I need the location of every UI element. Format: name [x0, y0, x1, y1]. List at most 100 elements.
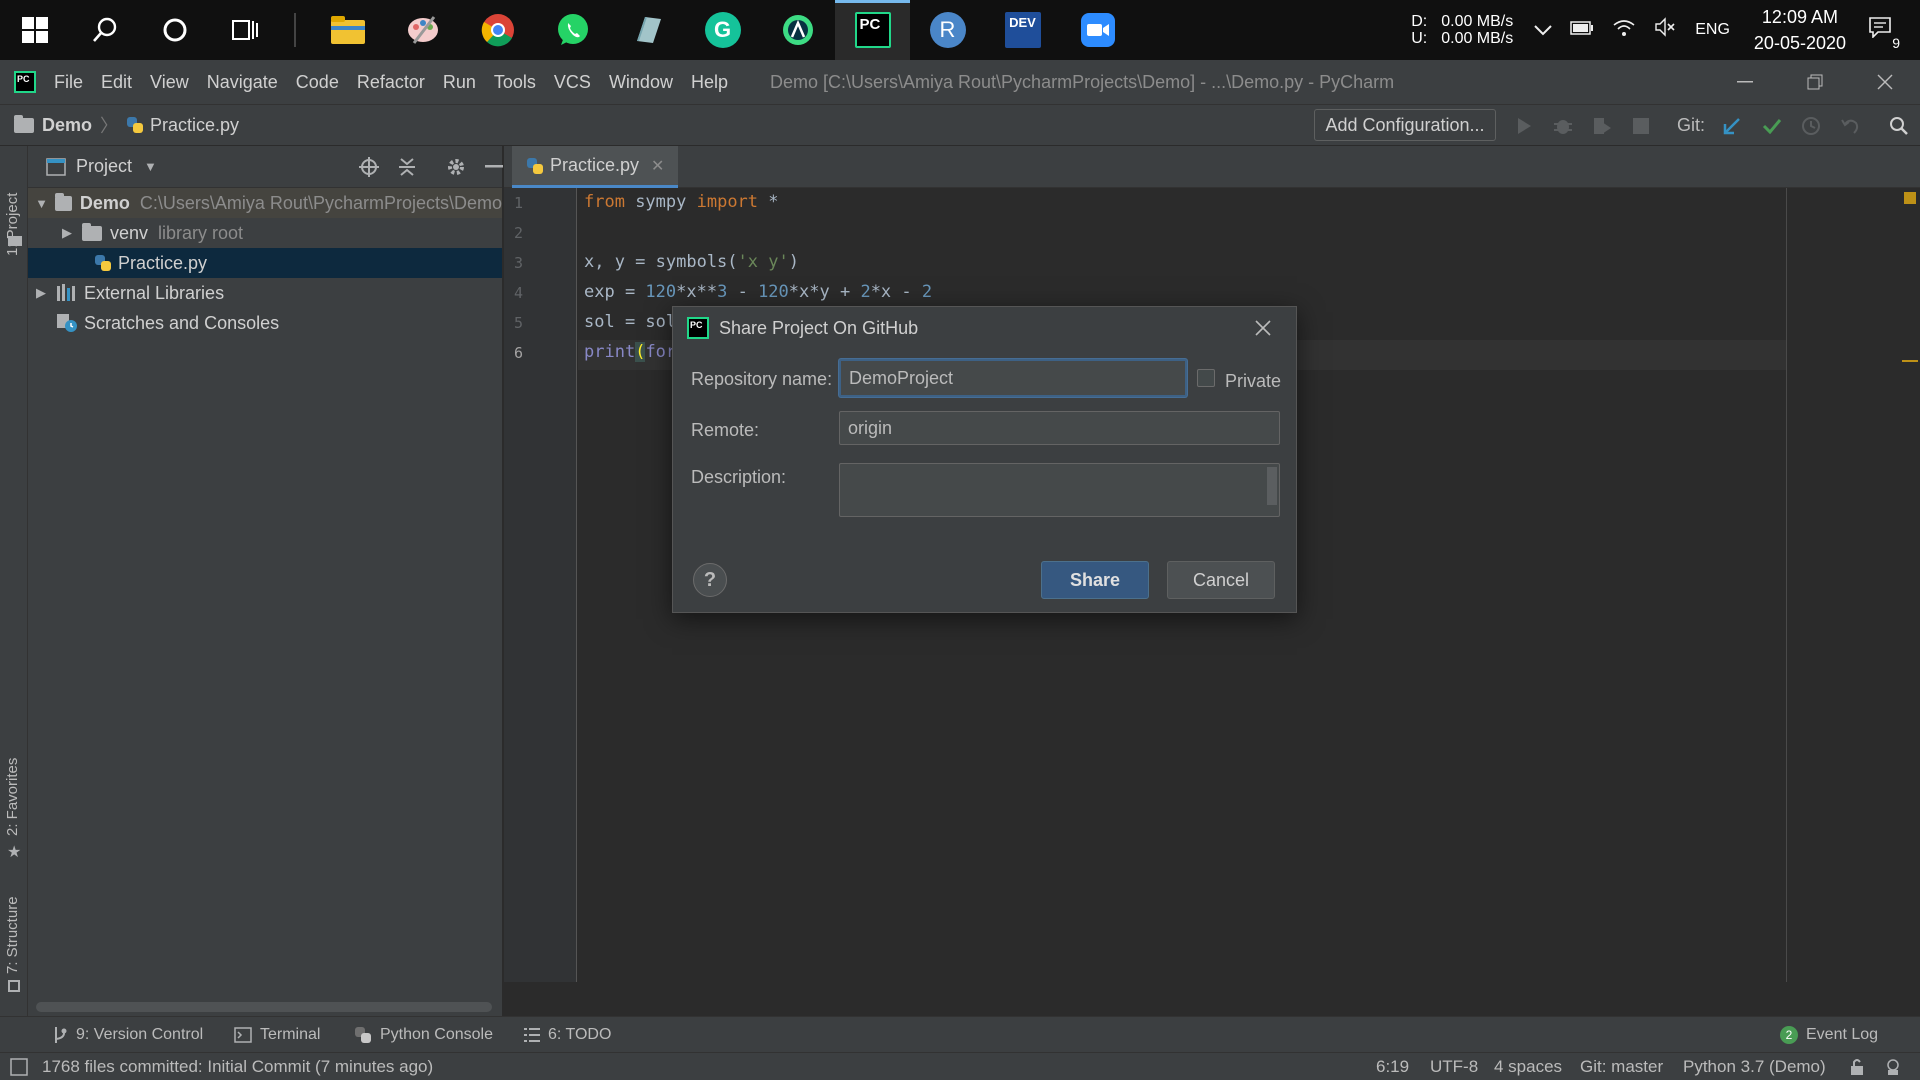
menu-refactor[interactable]: Refactor: [357, 72, 425, 93]
task-view-icon[interactable]: [210, 0, 280, 60]
file-explorer-icon[interactable]: [310, 0, 385, 60]
restore-button[interactable]: [1780, 60, 1850, 104]
tree-item-venv[interactable]: ▶ venv library root: [28, 218, 502, 248]
project-tool-tab[interactable]: 1: Project: [4, 193, 21, 256]
private-label[interactable]: Private: [1225, 371, 1281, 392]
code-line-6: print(for: [584, 342, 677, 362]
tree-item-demo[interactable]: ▼ Demo C:\Users\Amiya Rout\PycharmProjec…: [28, 188, 502, 218]
whatsapp-icon[interactable]: [535, 0, 610, 60]
menu-tools[interactable]: Tools: [494, 72, 536, 93]
description-textarea[interactable]: [839, 463, 1280, 517]
menu-navigate[interactable]: Navigate: [207, 72, 278, 93]
favorites-tool-tab[interactable]: 2: Favorites: [4, 758, 21, 836]
stop-icon[interactable]: [1626, 111, 1656, 141]
battery-icon[interactable]: [1570, 19, 1594, 42]
share-button[interactable]: Share: [1041, 561, 1149, 599]
tree-item-external-libraries[interactable]: ▶ External Libraries: [28, 278, 502, 308]
search-icon[interactable]: [70, 0, 140, 60]
status-message[interactable]: 1768 files committed: Initial Commit (7 …: [42, 1053, 433, 1080]
locate-file-icon[interactable]: [354, 152, 384, 182]
python-console-icon: [354, 1026, 372, 1044]
remote-input[interactable]: origin: [839, 411, 1280, 445]
action-center-icon[interactable]: 9: [1868, 16, 1902, 51]
search-everywhere-icon[interactable]: [1884, 111, 1914, 141]
horizontal-scrollbar[interactable]: [36, 1002, 492, 1012]
git-history-icon[interactable]: [1796, 111, 1826, 141]
chrome-icon[interactable]: [460, 0, 535, 60]
caret-position[interactable]: 6:19: [1376, 1053, 1409, 1080]
r-app-icon[interactable]: R: [910, 0, 985, 60]
event-log-tab[interactable]: 2 Event Log: [1780, 1017, 1878, 1053]
wifi-icon[interactable]: [1612, 17, 1636, 43]
file-encoding[interactable]: UTF-8: [1430, 1053, 1478, 1080]
grammarly-icon[interactable]: G: [685, 0, 760, 60]
chevron-down-icon[interactable]: [1534, 19, 1552, 42]
android-studio-icon[interactable]: [760, 0, 835, 60]
warning-marker[interactable]: [1902, 360, 1918, 362]
windows-start-icon[interactable]: [0, 0, 70, 60]
menu-window[interactable]: Window: [609, 72, 673, 93]
menu-help[interactable]: Help: [691, 72, 728, 93]
git-update-icon[interactable]: [1717, 111, 1747, 141]
line-number: 3: [514, 254, 524, 272]
indent-setting[interactable]: 4 spaces: [1494, 1053, 1562, 1080]
add-configuration-button[interactable]: Add Configuration...: [1314, 109, 1496, 141]
collapsed-arrow-icon[interactable]: ▶: [58, 225, 76, 241]
private-checkbox[interactable]: [1197, 369, 1215, 387]
minimize-button[interactable]: [1710, 60, 1780, 104]
repository-name-input[interactable]: DemoProject: [839, 359, 1187, 397]
menu-file[interactable]: File: [54, 72, 83, 93]
dialog-title-bar[interactable]: PC Share Project On GitHub: [673, 307, 1296, 349]
help-button[interactable]: ?: [693, 563, 727, 597]
structure-tool-tab[interactable]: 7: Structure: [4, 896, 21, 974]
close-window-button[interactable]: [1850, 60, 1920, 104]
clock[interactable]: 12:09 AM 20-05-2020: [1754, 4, 1846, 56]
python-console-tab[interactable]: Python Console: [354, 1017, 493, 1053]
git-branch[interactable]: Git: master: [1580, 1053, 1663, 1080]
menu-view[interactable]: View: [150, 72, 189, 93]
description-scrollbar[interactable]: [1267, 467, 1277, 505]
menu-code[interactable]: Code: [296, 72, 339, 93]
breadcrumb-project[interactable]: Demo: [14, 114, 92, 136]
remote-label: Remote:: [691, 420, 760, 440]
dev-cpp-icon[interactable]: DEV: [985, 0, 1060, 60]
inspector-icon[interactable]: [1884, 1053, 1902, 1080]
collapsed-arrow-icon[interactable]: ▶: [32, 285, 50, 301]
breadcrumb-file[interactable]: Practice.py: [126, 115, 239, 136]
paint-icon[interactable]: [385, 0, 460, 60]
volume-muted-icon[interactable]: [1654, 17, 1676, 43]
git-commit-icon[interactable]: [1757, 111, 1787, 141]
language-indicator[interactable]: ENG: [1695, 21, 1730, 39]
cortana-icon[interactable]: [140, 0, 210, 60]
notepad-icon[interactable]: [610, 0, 685, 60]
close-icon[interactable]: [1248, 313, 1278, 343]
menu-edit[interactable]: Edit: [101, 72, 132, 93]
collapse-all-icon[interactable]: [392, 152, 422, 182]
menu-vcs[interactable]: VCS: [554, 72, 591, 93]
editor-tab-practice-py[interactable]: Practice.py ✕: [512, 146, 679, 188]
cancel-button[interactable]: Cancel: [1167, 561, 1275, 599]
expanded-arrow-icon[interactable]: ▼: [34, 196, 49, 211]
gear-icon[interactable]: [441, 152, 471, 182]
pycharm-icon[interactable]: PC: [835, 0, 910, 60]
lock-icon[interactable]: [1849, 1053, 1865, 1080]
git-rollback-icon[interactable]: [1835, 111, 1865, 141]
terminal-tab[interactable]: Terminal: [234, 1017, 320, 1053]
tree-detail: C:\Users\Amiya Rout\PycharmProjects\Demo: [139, 192, 502, 213]
tree-item-practice-py[interactable]: Practice.py: [28, 248, 502, 278]
zoom-icon[interactable]: [1060, 0, 1135, 60]
tree-detail: library root: [158, 222, 244, 243]
run-with-coverage-icon[interactable]: [1587, 111, 1617, 141]
menu-run[interactable]: Run: [443, 72, 476, 93]
project-view-dropdown-icon[interactable]: ▼: [144, 159, 157, 174]
inspection-warning-icon[interactable]: [1904, 192, 1916, 204]
tree-item-scratches[interactable]: Scratches and Consoles: [28, 308, 502, 338]
version-control-tab[interactable]: 9: Version Control: [52, 1017, 203, 1053]
close-tab-icon[interactable]: ✕: [651, 156, 664, 176]
todo-tab[interactable]: 6: TODO: [524, 1017, 611, 1053]
debug-icon[interactable]: [1548, 111, 1578, 141]
toggle-tool-windows-icon[interactable]: [10, 1053, 28, 1080]
python-interpreter[interactable]: Python 3.7 (Demo): [1683, 1053, 1826, 1080]
run-icon[interactable]: [1509, 111, 1539, 141]
project-panel-title[interactable]: Project: [76, 156, 132, 177]
